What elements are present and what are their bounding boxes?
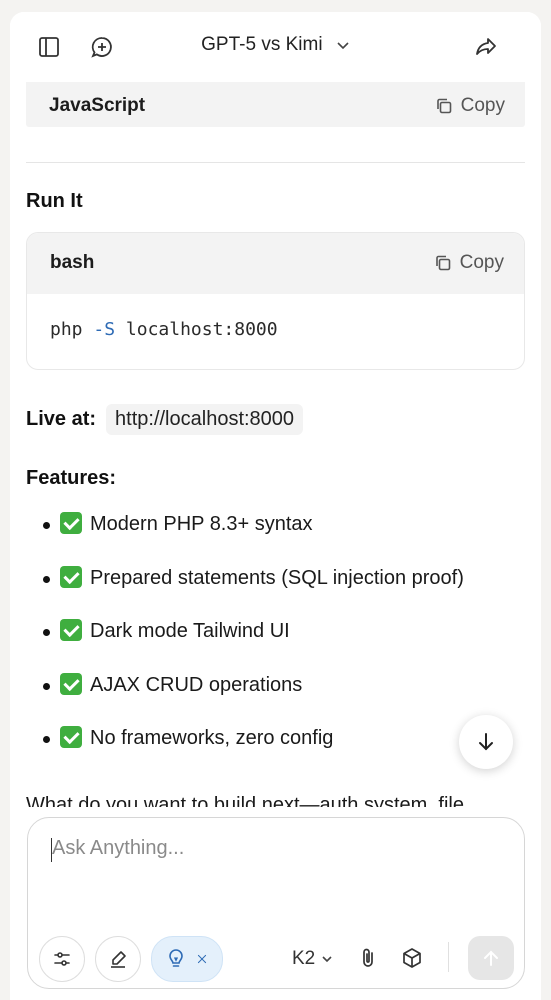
code-block-javascript: JavaScript Copy [26, 82, 525, 127]
copy-label: Copy [460, 95, 505, 116]
sliders-icon [54, 952, 70, 966]
code-line: php -S localhost:8000 [50, 319, 278, 340]
live-label: Live at: [26, 408, 97, 430]
chat-title-dropdown[interactable]: GPT-5 vs Kimi [10, 34, 541, 56]
check-mark-icon [60, 672, 82, 695]
code-language-label: JavaScript [49, 95, 146, 116]
check-mark-icon [60, 619, 82, 641]
copy-icon [436, 98, 451, 114]
scroll-to-bottom-button[interactable] [459, 715, 513, 769]
copy-label: Copy [459, 252, 504, 273]
composer: K2 [27, 817, 525, 989]
model-selector[interactable]: K2 [292, 948, 333, 970]
chevron-down-icon [337, 42, 349, 50]
edit-button[interactable] [95, 936, 141, 982]
lightbulb-icon [169, 949, 183, 967]
features-list: Modern PHP 8.3+ syntax Prepared statemen… [26, 510, 464, 778]
arrow-up-icon [484, 950, 498, 966]
settings-button[interactable] [39, 936, 85, 982]
code-language-label: bash [50, 252, 95, 273]
share-button[interactable] [471, 32, 501, 62]
arrow-down-icon [479, 733, 493, 751]
cube-icon[interactable] [400, 946, 424, 970]
list-item: Dark mode Tailwind UI [26, 617, 464, 671]
list-item: Modern PHP 8.3+ syntax [26, 510, 464, 564]
check-mark-icon [60, 726, 82, 748]
think-mode-chip[interactable] [151, 936, 223, 982]
text-caret [51, 838, 52, 862]
list-item: Prepared statements (SQL injection proof… [26, 564, 464, 618]
list-item: AJAX CRUD operations [26, 671, 464, 725]
code-block-bash: bash Copy php -S localhost:8000 [26, 232, 525, 370]
send-button[interactable] [468, 936, 514, 980]
check-mark-icon [60, 512, 82, 534]
code-argument: localhost:8000 [125, 319, 278, 340]
paperclip-icon[interactable] [356, 946, 380, 970]
code-command: php [50, 319, 83, 340]
code-flag: -S [93, 319, 116, 340]
chat-app: GPT-5 vs Kimi JavaScript Copy Run It bas… [10, 12, 541, 1000]
copy-icon [435, 255, 450, 271]
live-url: http://localhost:8000 [106, 404, 304, 435]
model-label: K2 [292, 948, 316, 969]
copy-code-button[interactable]: Copy [435, 95, 505, 117]
section-heading-features: Features: [26, 467, 117, 489]
toolbar-divider [448, 942, 449, 972]
message-input[interactable] [50, 836, 494, 861]
header: GPT-5 vs Kimi [10, 12, 541, 82]
list-item: No frameworks, zero config [26, 724, 464, 778]
check-mark-icon [60, 565, 82, 588]
live-at-line: Live at: http://localhost:8000 [26, 404, 304, 435]
divider [26, 162, 525, 163]
close-icon[interactable] [196, 953, 208, 965]
section-heading-run: Run It [26, 190, 83, 212]
copy-code-button[interactable]: Copy [434, 252, 504, 274]
pen-icon [111, 951, 126, 968]
chat-title: GPT-5 vs Kimi [201, 34, 323, 55]
chevron-down-icon [322, 956, 332, 963]
share-icon [476, 38, 496, 55]
